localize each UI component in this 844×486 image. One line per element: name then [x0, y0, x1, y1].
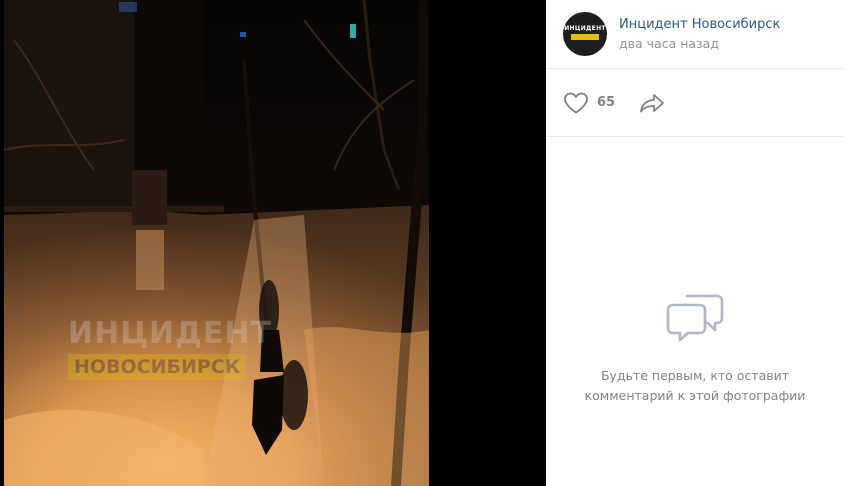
- like-count: 65: [597, 95, 616, 110]
- photo-sidebar: ИНЦИДЕНТ Инцидент Новосибирск два часа н…: [546, 0, 844, 486]
- comments-empty-state: Будьте первым, кто оставит комментарий к…: [546, 137, 844, 486]
- author-info: Инцидент Новосибирск два часа назад: [619, 16, 780, 52]
- like-button[interactable]: 65: [563, 92, 615, 114]
- author-avatar[interactable]: ИНЦИДЕНТ: [563, 12, 607, 56]
- comments-empty-line2: комментарий к этой фотографии: [584, 388, 806, 403]
- photo-area[interactable]: ИНЦИДЕНТ НОВОСИБИРСК: [0, 0, 546, 486]
- avatar-logo-text: ИНЦИДЕНТ: [564, 25, 606, 32]
- post-header: ИНЦИДЕНТ Инцидент Новосибирск два часа н…: [546, 0, 844, 69]
- comments-empty-text: Будьте первым, кто оставит комментарий к…: [570, 366, 820, 406]
- comments-bubbles-icon: [666, 294, 724, 342]
- photo-viewer: ИНЦИДЕНТ НОВОСИБИРСК ИНЦИДЕНТ Инцидент Н…: [0, 0, 844, 486]
- post-photo[interactable]: ИНЦИДЕНТ НОВОСИБИРСК: [4, 0, 429, 486]
- author-name-link[interactable]: Инцидент Новосибирск: [619, 16, 780, 34]
- post-timestamp[interactable]: два часа назад: [619, 35, 780, 52]
- share-button[interactable]: [639, 93, 665, 113]
- post-actions: 65: [546, 69, 844, 137]
- share-arrow-icon: [640, 93, 664, 112]
- heart-icon: [564, 92, 588, 113]
- night-snow-scene: [4, 0, 429, 486]
- comments-empty-line1: Будьте первым, кто оставит: [600, 368, 790, 383]
- avatar-logo-bar: [571, 34, 599, 40]
